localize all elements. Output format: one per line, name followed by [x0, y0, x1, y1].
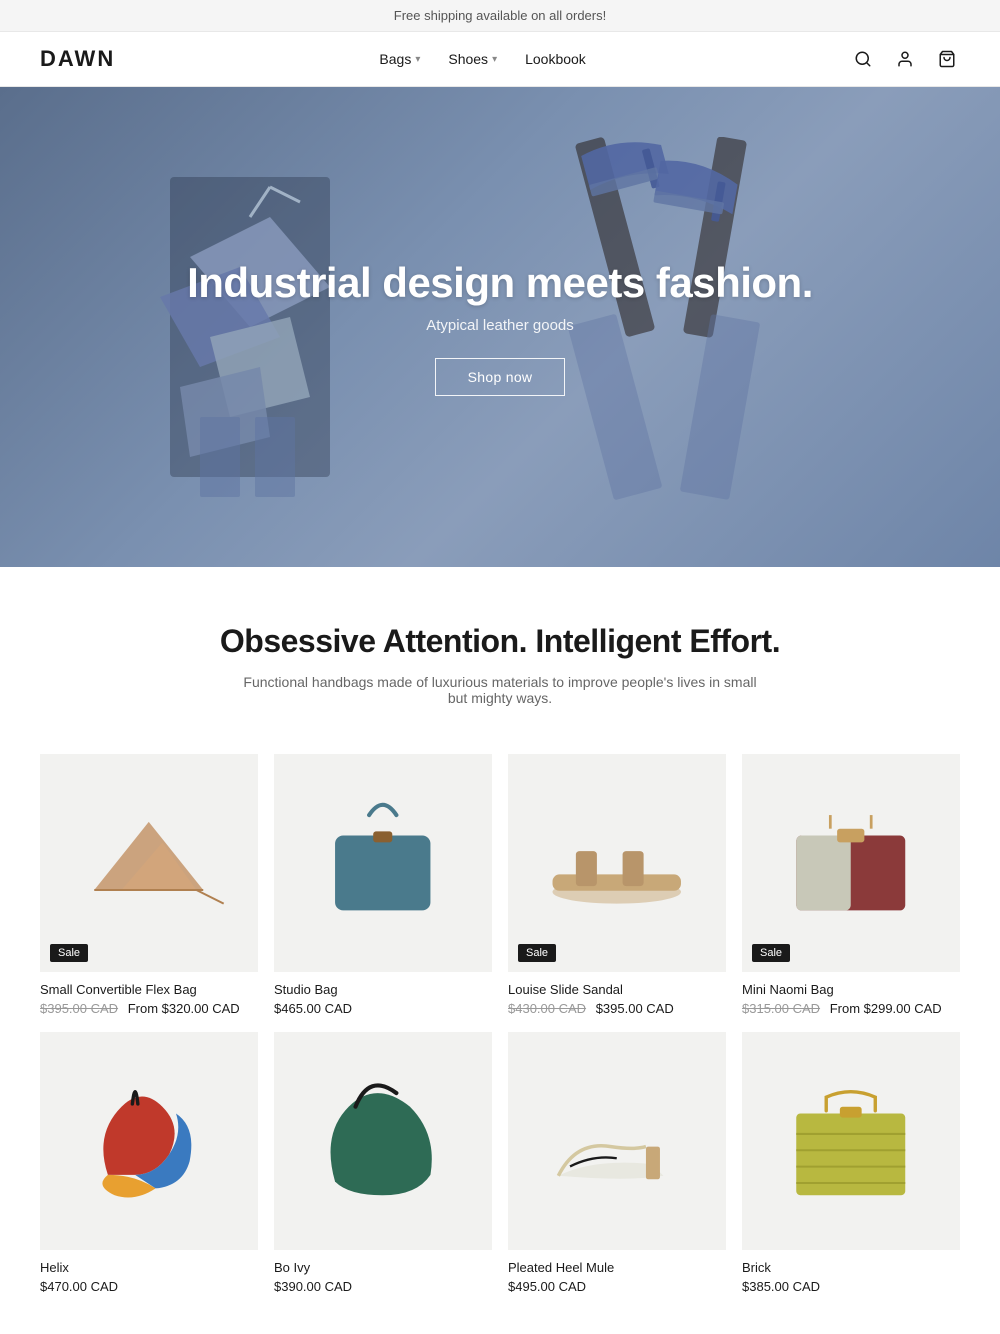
original-price-0: $395.00 CAD	[40, 1001, 118, 1016]
product-price-5: $390.00 CAD	[274, 1279, 492, 1294]
hero-content: Industrial design meets fashion. Atypica…	[187, 259, 813, 396]
search-icon	[854, 50, 872, 68]
sale-price-2: $395.00 CAD	[596, 1001, 674, 1016]
product-name-3: Mini Naomi Bag	[742, 982, 960, 997]
product-svg-1	[301, 781, 465, 945]
account-icon	[896, 50, 914, 68]
product-price-7: $385.00 CAD	[742, 1279, 960, 1294]
product-name-7: Brick	[742, 1260, 960, 1275]
section-subtitle: Functional handbags made of luxurious ma…	[240, 674, 760, 706]
product-grid: Sale Small Convertible Flex Bag $395.00 …	[0, 730, 1000, 1334]
product-svg-6	[535, 1059, 699, 1223]
hero-section: Industrial design meets fashion. Atypica…	[0, 87, 1000, 567]
chevron-down-icon: ▾	[415, 54, 420, 65]
price-7: $385.00 CAD	[742, 1279, 820, 1294]
shop-now-button[interactable]: Shop now	[435, 358, 566, 396]
nav-bags[interactable]: Bags ▾	[379, 51, 420, 67]
announcement-bar: Free shipping available on all orders!	[0, 0, 1000, 32]
product-card-3[interactable]: Sale Mini Naomi Bag $315.00 CAD From $29…	[742, 754, 960, 1016]
product-price-3: $315.00 CAD From $299.00 CAD	[742, 1001, 960, 1016]
cart-button[interactable]	[934, 46, 960, 72]
original-price-2: $430.00 CAD	[508, 1001, 586, 1016]
product-price-0: $395.00 CAD From $320.00 CAD	[40, 1001, 258, 1016]
product-card-7[interactable]: Brick $385.00 CAD	[742, 1032, 960, 1294]
sale-badge-3: Sale	[752, 944, 790, 962]
header-icons	[850, 46, 960, 72]
product-image-5	[274, 1032, 492, 1250]
product-card-5[interactable]: Bo Ivy $390.00 CAD	[274, 1032, 492, 1294]
announcement-text: Free shipping available on all orders!	[394, 8, 606, 23]
product-name-0: Small Convertible Flex Bag	[40, 982, 258, 997]
product-image-6	[508, 1032, 726, 1250]
product-svg-4	[67, 1059, 231, 1223]
section-heading: Obsessive Attention. Intelligent Effort.…	[0, 567, 1000, 730]
product-image-3: Sale	[742, 754, 960, 972]
price-5: $390.00 CAD	[274, 1279, 352, 1294]
hero-subtitle: Atypical leather goods	[187, 317, 813, 334]
product-card-2[interactable]: Sale Louise Slide Sandal $430.00 CAD $39…	[508, 754, 726, 1016]
product-svg-0	[67, 781, 231, 945]
product-svg-3	[769, 781, 933, 945]
product-price-6: $495.00 CAD	[508, 1279, 726, 1294]
product-name-4: Helix	[40, 1260, 258, 1275]
product-card-6[interactable]: Pleated Heel Mule $495.00 CAD	[508, 1032, 726, 1294]
hero-title: Industrial design meets fashion.	[187, 259, 813, 307]
product-card-0[interactable]: Sale Small Convertible Flex Bag $395.00 …	[40, 754, 258, 1016]
product-svg-2	[535, 781, 699, 945]
product-price-4: $470.00 CAD	[40, 1279, 258, 1294]
product-svg-5	[301, 1059, 465, 1223]
product-name-6: Pleated Heel Mule	[508, 1260, 726, 1275]
section-title: Obsessive Attention. Intelligent Effort.	[40, 623, 960, 660]
product-image-4	[40, 1032, 258, 1250]
sale-price-0: From $320.00 CAD	[128, 1001, 240, 1016]
price-6: $495.00 CAD	[508, 1279, 586, 1294]
product-image-2: Sale	[508, 754, 726, 972]
product-card-1[interactable]: Studio Bag $465.00 CAD	[274, 754, 492, 1016]
product-price-1: $465.00 CAD	[274, 1001, 492, 1016]
product-image-7	[742, 1032, 960, 1250]
product-name-2: Louise Slide Sandal	[508, 982, 726, 997]
original-price-3: $315.00 CAD	[742, 1001, 820, 1016]
product-image-1	[274, 754, 492, 972]
product-svg-7	[769, 1059, 933, 1223]
product-name-5: Bo Ivy	[274, 1260, 492, 1275]
product-image-0: Sale	[40, 754, 258, 972]
price-1: $465.00 CAD	[274, 1001, 352, 1016]
price-4: $470.00 CAD	[40, 1279, 118, 1294]
product-price-2: $430.00 CAD $395.00 CAD	[508, 1001, 726, 1016]
account-button[interactable]	[892, 46, 918, 72]
nav-shoes[interactable]: Shoes ▾	[448, 51, 497, 67]
sale-badge-0: Sale	[50, 944, 88, 962]
nav-lookbook[interactable]: Lookbook	[525, 51, 586, 67]
search-button[interactable]	[850, 46, 876, 72]
main-nav: Bags ▾ Shoes ▾ Lookbook	[379, 51, 585, 67]
sale-badge-2: Sale	[518, 944, 556, 962]
cart-icon	[938, 50, 956, 68]
logo[interactable]: DAWN	[40, 46, 115, 72]
product-card-4[interactable]: Helix $470.00 CAD	[40, 1032, 258, 1294]
chevron-down-icon: ▾	[492, 54, 497, 65]
header: DAWN Bags ▾ Shoes ▾ Lookbook	[0, 32, 1000, 87]
product-name-1: Studio Bag	[274, 982, 492, 997]
sale-price-3: From $299.00 CAD	[830, 1001, 942, 1016]
